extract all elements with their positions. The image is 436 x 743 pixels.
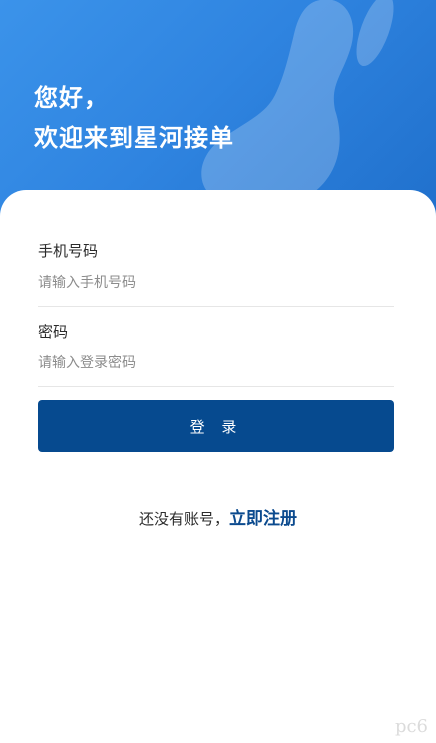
password-input[interactable] [38,349,394,377]
watermark: pc6 [395,716,428,737]
greeting-line-2: 欢迎来到星河接单 [34,124,234,152]
password-divider [38,386,394,387]
register-row: 还没有账号，立即注册 [0,504,436,529]
phone-label: 手机号码 [38,242,99,260]
phone-input[interactable] [38,269,394,297]
watermark-text: pc6 [394,716,428,737]
greeting-line-1: 您好， [34,84,109,112]
login-screen: 您好， 欢迎来到星河接单 手机号码 密码 登 录 还没有账号，立即注册 pc6 [0,0,436,743]
password-label: 密码 [38,323,69,341]
phone-divider [38,306,394,307]
register-prompt: 还没有账号， [138,510,229,528]
login-form-card: 手机号码 密码 登 录 还没有账号，立即注册 [0,190,436,743]
register-link[interactable]: 立即注册 [229,509,297,529]
login-button[interactable]: 登 录 [38,400,394,452]
